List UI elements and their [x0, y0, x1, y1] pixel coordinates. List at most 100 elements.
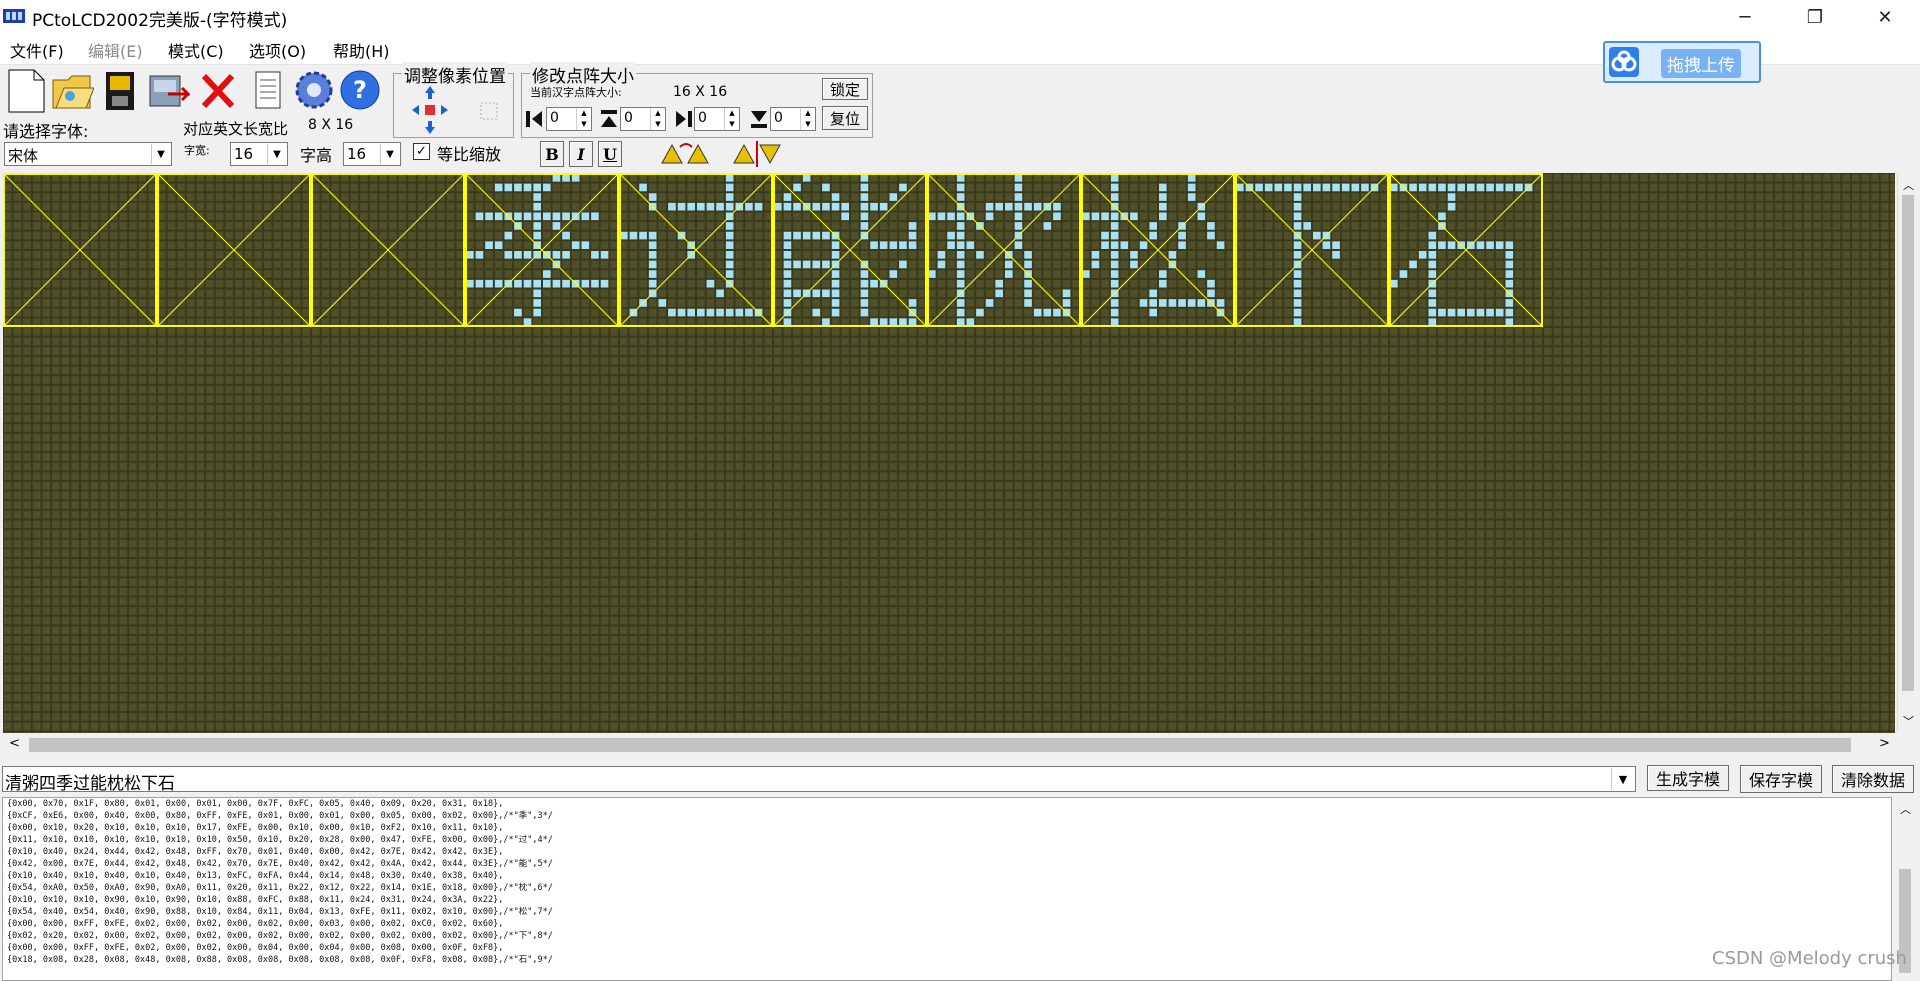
lit-pixel — [725, 183, 734, 192]
lit-pixel — [1447, 202, 1456, 211]
upload-badge[interactable]: 拖拽上传 — [1603, 41, 1761, 83]
expand-bottom-icon[interactable] — [748, 108, 770, 130]
export-icon[interactable] — [146, 66, 190, 114]
scroll-up-icon[interactable]: ︿ — [1900, 801, 1911, 817]
lit-pixel — [725, 308, 734, 317]
spin-arrows-icon[interactable]: ▲ ▼ — [576, 108, 591, 130]
bold-button[interactable]: B — [540, 141, 564, 167]
lit-pixel — [725, 270, 734, 278]
chevron-down-icon[interactable]: ▼ — [1611, 768, 1634, 790]
proportional-checkbox[interactable]: ✓ — [413, 143, 430, 160]
underline-button[interactable]: U — [598, 141, 622, 167]
scroll-left-icon[interactable]: < — [9, 736, 20, 751]
lit-pixel — [687, 202, 695, 211]
chevron-down-icon[interactable]: ▼ — [380, 144, 399, 164]
lit-pixel — [1187, 299, 1196, 307]
lit-pixel — [1341, 183, 1350, 192]
expand-right-icon[interactable] — [672, 108, 694, 130]
lit-pixel — [985, 202, 994, 211]
lit-pixel — [1005, 202, 1013, 211]
move-pixels-icon[interactable] — [410, 84, 450, 136]
expand-left-icon[interactable] — [524, 108, 546, 130]
left-spin[interactable]: 0 ▲ ▼ — [546, 107, 592, 131]
spin-arrows-icon[interactable]: ▲ ▼ — [650, 108, 665, 130]
text-input[interactable]: 清粥四季过能枕松下石 ▼ — [2, 766, 1636, 794]
scroll-down-icon[interactable]: ﹀ — [1903, 713, 1914, 729]
lit-pixel — [562, 231, 570, 240]
right-spin[interactable]: 0 ▲ ▼ — [694, 107, 740, 131]
lit-pixel — [591, 279, 599, 288]
minimize-button[interactable]: ─ — [1710, 0, 1780, 34]
menu-options[interactable]: 选项(O) — [249, 38, 306, 62]
output-line: {0x10, 0x40, 0x24, 0x44, 0x42, 0x48, 0xF… — [7, 847, 504, 857]
lit-pixel — [928, 270, 936, 278]
lit-pixel — [976, 308, 984, 317]
lit-pixel — [1505, 270, 1514, 278]
rotate-icon[interactable] — [660, 141, 714, 167]
lit-pixel — [1110, 279, 1119, 288]
lit-pixel — [899, 260, 907, 269]
close-button[interactable]: ✕ — [1850, 0, 1920, 34]
horizontal-scrollbar[interactable]: < > — [3, 733, 1917, 757]
spin-arrows-icon[interactable]: ▲ ▼ — [800, 108, 815, 130]
reset-button[interactable]: 复位 — [822, 106, 868, 130]
output-text-area[interactable]: {0x00, 0x70, 0x1F, 0x80, 0x01, 0x00, 0x0… — [2, 797, 1892, 981]
lit-pixel — [822, 318, 830, 326]
clear-button[interactable]: 清除数据 — [1832, 765, 1914, 793]
lit-pixel — [706, 308, 715, 317]
lit-pixel — [1361, 183, 1369, 192]
save-button[interactable]: 保存字模 — [1740, 765, 1822, 793]
settings-gear-icon[interactable] — [292, 66, 336, 114]
spin-arrows-icon[interactable]: ▲ ▼ — [724, 108, 739, 130]
vertical-scrollbar[interactable]: ︿ ﹀ — [1897, 173, 1918, 733]
menu-file[interactable]: 文件(F) — [10, 38, 64, 62]
lit-pixel — [466, 251, 474, 259]
scroll-thumb[interactable] — [1902, 195, 1914, 691]
menu-edit[interactable]: 编辑(E) — [88, 38, 143, 62]
lit-pixel — [1293, 193, 1302, 201]
lit-pixel — [514, 251, 522, 259]
lit-pixel — [783, 251, 792, 259]
scroll-thumb[interactable] — [29, 738, 1851, 752]
chevron-down-icon[interactable]: ▼ — [267, 144, 286, 164]
lit-pixel — [1505, 318, 1514, 326]
notepad-icon[interactable] — [246, 66, 290, 114]
italic-button[interactable]: I — [569, 141, 593, 167]
lit-pixel — [1110, 308, 1119, 317]
expand-top-icon[interactable] — [598, 108, 620, 130]
lit-pixel — [1120, 241, 1129, 249]
menu-mode[interactable]: 模式(C) — [168, 38, 224, 62]
lit-pixel — [725, 251, 734, 259]
lock-button[interactable]: 锁定 — [822, 78, 868, 100]
height-select[interactable]: 16 ▼ — [343, 142, 401, 166]
lit-pixel — [571, 241, 580, 249]
lit-pixel — [879, 241, 888, 249]
dot-matrix-canvas[interactable] — [3, 173, 1895, 733]
lit-pixel — [1293, 299, 1302, 307]
scroll-right-icon[interactable]: > — [1879, 736, 1890, 751]
new-file-icon[interactable] — [4, 66, 48, 114]
top-spin[interactable]: 0 ▲ ▼ — [620, 107, 666, 131]
restore-button[interactable]: ❐ — [1780, 0, 1850, 34]
bottom-spin[interactable]: 0 ▲ ▼ — [770, 107, 816, 131]
lit-pixel — [1293, 279, 1302, 288]
font-select[interactable]: 宋体 ▼ — [4, 142, 172, 166]
delete-icon[interactable] — [196, 66, 240, 114]
help-icon[interactable]: ? — [338, 66, 382, 114]
lit-pixel — [899, 318, 907, 326]
lit-pixel — [1486, 308, 1494, 317]
menu-help[interactable]: 帮助(H) — [333, 38, 390, 62]
lit-pixel — [831, 202, 840, 211]
lit-pixel — [725, 202, 734, 211]
center-icon[interactable] — [478, 100, 500, 122]
width-select[interactable]: 16 ▼ — [230, 142, 288, 166]
lit-pixel — [1207, 279, 1215, 288]
save-disk-icon[interactable] — [100, 66, 144, 114]
scroll-up-icon[interactable]: ︿ — [1903, 177, 1914, 193]
generate-button[interactable]: 生成字模 — [1647, 765, 1729, 791]
lit-pixel — [783, 318, 792, 326]
flip-icon[interactable] — [730, 141, 784, 167]
lit-pixel — [754, 202, 763, 211]
chevron-down-icon[interactable]: ▼ — [151, 144, 170, 164]
open-folder-icon[interactable] — [50, 66, 94, 114]
